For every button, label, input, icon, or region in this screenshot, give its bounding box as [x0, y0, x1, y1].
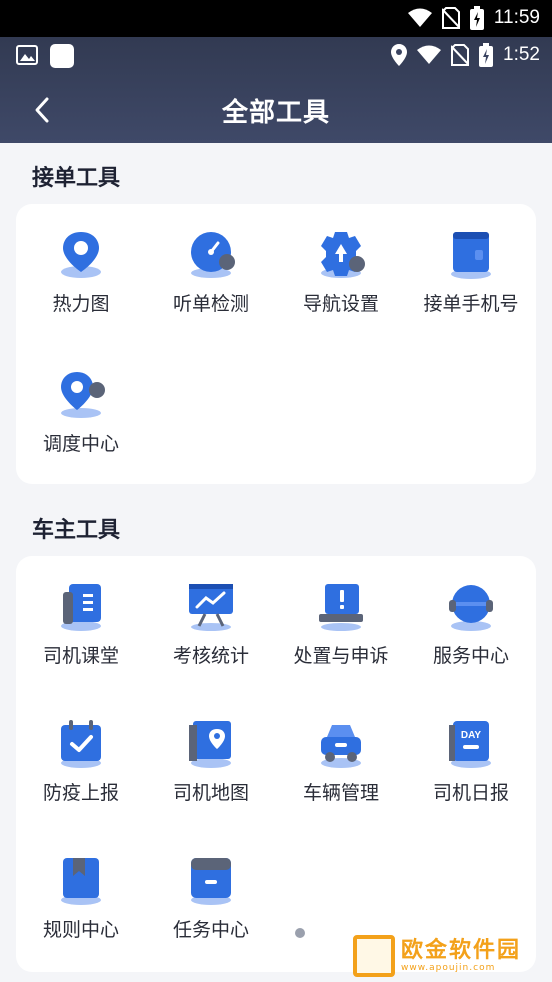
tool-order-phone[interactable]: 接单手机号	[406, 204, 536, 324]
watermark-name: 欧金软件园	[401, 938, 522, 963]
map-pin-icon	[61, 232, 101, 278]
section-title-order-tools: 接单工具	[32, 166, 121, 191]
svg-text:DAY: DAY	[461, 730, 482, 741]
image-notification-icon	[16, 45, 38, 65]
book-icon	[61, 584, 101, 631]
tool-dispatch-center[interactable]: 调度中心	[16, 344, 146, 464]
no-sim-icon	[451, 44, 470, 66]
tool-label: 热力图	[52, 293, 110, 315]
tool-label: 接单手机号	[423, 293, 519, 315]
tool-label: 听单检测	[172, 293, 249, 315]
phone-card-icon	[451, 232, 491, 279]
navigation-gear-icon	[321, 232, 365, 278]
tool-label: 司机地图	[172, 782, 249, 804]
no-sim-icon	[441, 7, 460, 29]
app-status-time: 1:52	[503, 44, 540, 65]
notification-square-icon	[50, 44, 74, 68]
system-time: 11:59	[493, 7, 540, 28]
section-title-owner-tools: 车主工具	[32, 518, 121, 543]
tool-vehicle-management[interactable]: 车辆管理	[276, 693, 406, 813]
tool-service-center[interactable]: 服务中心	[406, 556, 536, 676]
tool-label: 司机日报	[432, 782, 509, 804]
tool-label: 服务中心	[432, 645, 509, 667]
battery-charging-icon	[479, 43, 494, 67]
tool-label: 车辆管理	[302, 782, 379, 804]
dispatch-pin-icon	[61, 372, 105, 418]
tool-heatmap[interactable]: 热力图	[16, 204, 146, 324]
watermark-url: www.apoujin.com	[401, 963, 496, 973]
app-status-bar: 1:52	[0, 37, 552, 73]
headset-icon	[449, 585, 493, 631]
tool-label: 规则中心	[42, 919, 119, 941]
tool-task-center[interactable]: 任务中心	[146, 830, 276, 950]
tool-label: 调度中心	[42, 433, 119, 455]
tool-driver-map[interactable]: 司机地图	[146, 693, 276, 813]
watermark-logo	[353, 935, 395, 977]
owner-tools-card: 司机课堂 考核统计 处置与申诉 服务中心 防疫上报 司机地图 车辆管理 DAY …	[16, 556, 536, 972]
tool-assessment-stats[interactable]: 考核统计	[146, 556, 276, 676]
tool-disposal-appeal[interactable]: 处置与申诉	[276, 556, 406, 676]
tool-label: 任务中心	[172, 919, 249, 941]
order-tools-card: 热力图 听单检测 导航设置 接单手机号 调度中心	[16, 204, 536, 484]
wifi-icon	[417, 45, 442, 64]
calendar-check-icon	[61, 720, 101, 768]
wifi-icon	[407, 8, 432, 27]
location-icon	[391, 44, 408, 66]
page-title: 全部工具	[221, 98, 330, 128]
tool-label: 处置与申诉	[293, 645, 389, 667]
tool-driver-daily[interactable]: DAY 司机日报	[406, 693, 536, 813]
task-folder-icon	[191, 858, 231, 905]
speedometer-icon	[191, 232, 235, 278]
tool-navigation-settings[interactable]: 导航设置	[276, 204, 406, 324]
tool-driver-class[interactable]: 司机课堂	[16, 556, 146, 676]
day-calendar-icon: DAY	[449, 721, 491, 768]
battery-charging-icon	[469, 6, 484, 30]
alert-laptop-icon	[319, 584, 363, 631]
tool-label: 导航设置	[302, 293, 379, 315]
tool-rules-center[interactable]: 规则中心	[16, 830, 146, 950]
tool-label: 防疫上报	[42, 782, 119, 804]
tool-listen-check[interactable]: 听单检测	[146, 204, 276, 324]
bookmark-book-icon	[61, 858, 101, 905]
app-header: 1:52 全部工具	[0, 37, 552, 143]
watermark: 欧金软件园 www.apoujin.com	[353, 934, 545, 978]
system-status-bar: 11:59	[0, 0, 552, 37]
car-icon	[321, 725, 361, 768]
page-indicator-dot	[295, 928, 305, 938]
chart-board-icon	[189, 584, 233, 631]
tool-label: 司机课堂	[42, 645, 119, 667]
tool-label: 考核统计	[172, 645, 249, 667]
folded-map-icon	[189, 721, 231, 768]
tool-epidemic-report[interactable]: 防疫上报	[16, 693, 146, 813]
